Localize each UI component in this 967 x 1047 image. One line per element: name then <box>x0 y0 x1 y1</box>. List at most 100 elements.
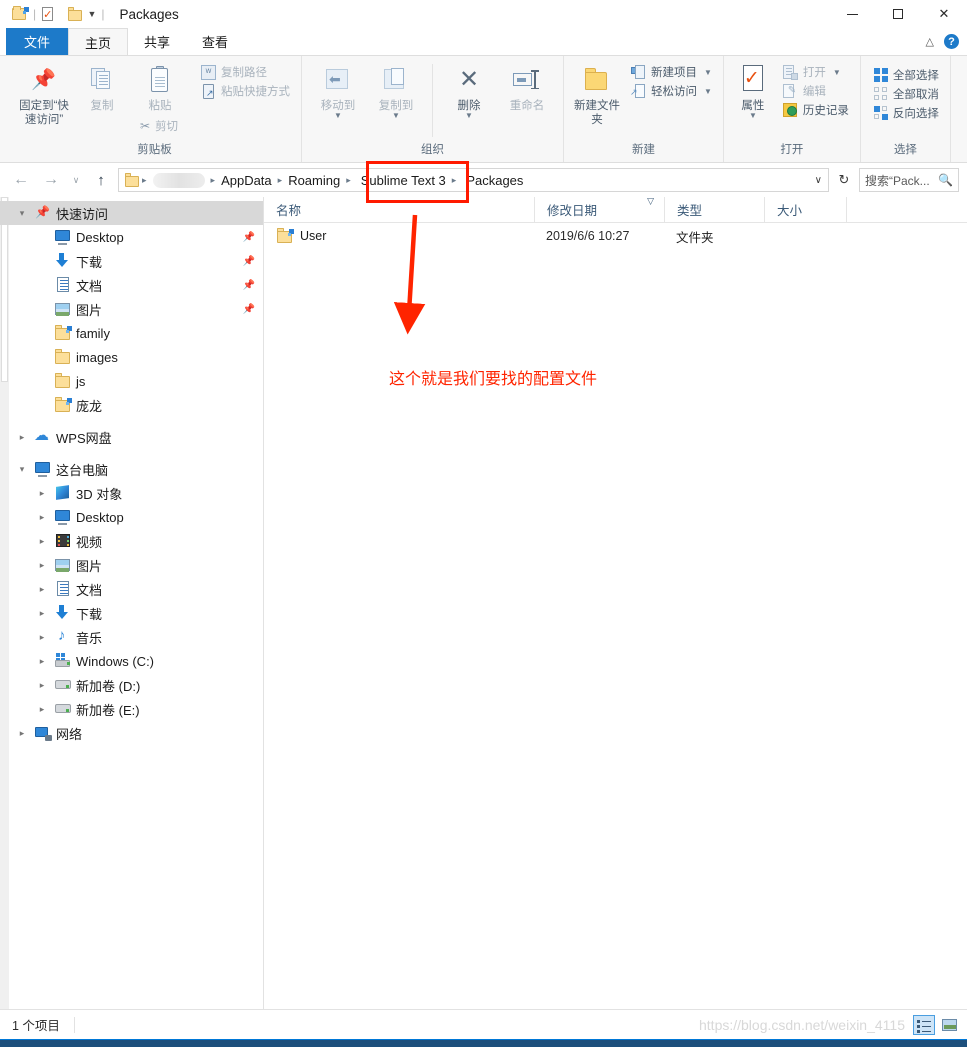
large-icons-view-button[interactable] <box>939 1015 961 1035</box>
expander-closed-icon[interactable]: ▸ <box>34 680 50 691</box>
invert-selection-button[interactable]: 反向选择 <box>871 104 942 122</box>
delete-caret-icon[interactable]: ▼ <box>465 112 473 120</box>
breadcrumb-separator[interactable]: ▸ <box>344 175 353 186</box>
breadcrumb-separator[interactable]: ▸ <box>209 175 218 186</box>
new-folder-button[interactable]: 新建文件夹 <box>572 60 622 127</box>
up-button[interactable]: ↑ <box>88 167 114 193</box>
breadcrumb-dropdown-icon[interactable]: ∨ <box>815 175 822 186</box>
sidebar-item-13[interactable]: ▸ 视频 <box>0 529 263 553</box>
sidebar-item-9[interactable]: ▸ WPS网盘 <box>0 425 263 449</box>
chevron-down-icon[interactable]: ▼ <box>87 9 96 19</box>
column-size[interactable]: 大小 <box>764 197 846 223</box>
forward-button[interactable]: → <box>38 167 64 193</box>
breadcrumb[interactable]: ▸ ▸ AppData ▸ Roaming ▸ Sublime Text 3 ▸… <box>118 168 829 192</box>
sidebar-item-2[interactable]: 下载 📌 <box>0 249 263 273</box>
move-to-caret-icon[interactable]: ▼ <box>334 112 342 120</box>
expander-closed-icon[interactable]: ▸ <box>34 656 50 667</box>
pin-icon[interactable]: 📌 <box>243 280 255 291</box>
breadcrumb-appdata[interactable]: AppData <box>217 173 276 188</box>
select-all-button[interactable]: 全部选择 <box>871 66 942 84</box>
tab-file[interactable]: 文件 <box>6 28 69 55</box>
column-date-modified[interactable]: 修改日期 ▽ <box>534 197 664 223</box>
file-name-cell[interactable]: User <box>264 228 534 244</box>
help-icon[interactable]: ? <box>944 34 959 49</box>
recent-locations-button[interactable]: ∨ <box>68 167 84 193</box>
sidebar-item-10[interactable]: ▾ 这台电脑 <box>0 457 263 481</box>
search-icon[interactable]: 🔍 <box>938 173 953 187</box>
copy-to-caret-icon[interactable]: ▼ <box>392 112 400 120</box>
sidebar-item-20[interactable]: ▸ 新加卷 (E:) <box>0 697 263 721</box>
expander-closed-icon[interactable]: ▸ <box>34 704 50 715</box>
breadcrumb-separator[interactable]: ▸ <box>276 175 285 186</box>
new-item-caret-icon[interactable]: ▼ <box>704 68 712 77</box>
edit-button[interactable]: ✎ 编辑 <box>780 82 852 100</box>
sidebar-item-21[interactable]: ▸ 网络 <box>0 721 263 745</box>
sidebar-item-16[interactable]: ▸ 下载 <box>0 601 263 625</box>
copy-to-button[interactable]: 复制到 ▼ <box>368 60 424 120</box>
sidebar-item-1[interactable]: Desktop 📌 <box>0 225 263 249</box>
breadcrumb-user-blurred[interactable] <box>152 172 205 188</box>
expander-closed-icon[interactable]: ▸ <box>34 560 50 571</box>
sidebar-item-3[interactable]: 文档 📌 <box>0 273 263 297</box>
collapse-ribbon-icon[interactable]: △ <box>926 35 934 48</box>
refresh-button[interactable]: ↻ <box>833 168 855 192</box>
select-none-button[interactable]: 全部取消 <box>871 85 942 103</box>
back-button[interactable]: ← <box>8 167 34 193</box>
maximize-button[interactable] <box>875 0 921 28</box>
column-type[interactable]: 类型 <box>664 197 764 223</box>
properties-caret-icon[interactable]: ▼ <box>749 112 757 120</box>
sidebar-item-7[interactable]: js <box>0 369 263 393</box>
sidebar-item-8[interactable]: 庞龙 <box>0 393 263 417</box>
expander-closed-icon[interactable]: ▸ <box>34 584 50 595</box>
rename-button[interactable]: 重命名 <box>499 60 555 113</box>
tab-home[interactable]: 主页 <box>68 28 129 55</box>
breadcrumb-separator[interactable]: ▸ <box>140 175 149 186</box>
breadcrumb-roaming[interactable]: Roaming <box>284 173 344 188</box>
tab-view[interactable]: 查看 <box>186 28 244 55</box>
pin-icon[interactable]: 📌 <box>243 256 255 267</box>
sidebar-item-12[interactable]: ▸ Desktop <box>0 505 263 529</box>
folder-icon[interactable] <box>68 6 83 21</box>
expander-closed-icon[interactable]: ▸ <box>34 608 50 619</box>
open-caret-icon[interactable]: ▼ <box>833 68 841 77</box>
move-to-button[interactable]: ⬅ 移动到 ▼ <box>310 60 366 120</box>
minimize-button[interactable] <box>829 0 875 28</box>
copy-path-button[interactable]: W 复制路径 <box>198 63 293 81</box>
details-view-button[interactable] <box>913 1014 935 1035</box>
history-button[interactable]: 历史记录 <box>780 101 852 119</box>
sidebar-item-18[interactable]: ▸ Windows (C:) <box>0 649 263 673</box>
open-button[interactable]: 打开 ▼ <box>780 63 852 81</box>
easy-access-button[interactable]: ↗ 轻松访问 ▼ <box>628 82 715 100</box>
pin-to-quick-access-button[interactable]: 固定到“快速访问” <box>16 60 72 127</box>
copy-button[interactable]: 复制 <box>74 60 130 113</box>
sidebar-item-15[interactable]: ▸ 文档 <box>0 577 263 601</box>
pin-icon[interactable]: 📌 <box>243 304 255 315</box>
cut-button[interactable]: ✂ 剪切 <box>132 117 188 135</box>
sidebar-item-5[interactable]: family <box>0 321 263 345</box>
expander-open-icon[interactable]: ▾ <box>14 464 30 475</box>
sidebar-item-11[interactable]: ▸ 3D 对象 <box>0 481 263 505</box>
properties-button[interactable]: ✓ 属性 ▼ <box>732 60 774 120</box>
search-input[interactable]: 搜索“Pack... 🔍 <box>859 168 959 192</box>
sidebar-item-17[interactable]: ▸ 音乐 <box>0 625 263 649</box>
folder-icon[interactable] <box>125 172 140 187</box>
expander-closed-icon[interactable]: ▸ <box>34 632 50 643</box>
easy-access-caret-icon[interactable]: ▼ <box>704 87 712 96</box>
sidebar-item-14[interactable]: ▸ 图片 <box>0 553 263 577</box>
sidebar-item-0[interactable]: ▾ 快速访问 <box>0 201 263 225</box>
pin-icon[interactable]: 📌 <box>243 232 255 243</box>
table-row[interactable]: User 2019/6/6 10:27 文件夹 <box>264 223 967 249</box>
expander-closed-icon[interactable]: ▸ <box>14 432 30 443</box>
expander-closed-icon[interactable]: ▸ <box>34 536 50 547</box>
expander-open-icon[interactable]: ▾ <box>14 208 30 219</box>
properties-icon[interactable]: ✓ <box>41 6 55 22</box>
new-folder-icon[interactable] <box>12 6 29 21</box>
sidebar-item-4[interactable]: 图片 📌 <box>0 297 263 321</box>
paste-button[interactable]: 粘贴 <box>132 60 188 113</box>
tab-share[interactable]: 共享 <box>128 28 186 55</box>
expander-closed-icon[interactable]: ▸ <box>34 488 50 499</box>
paste-shortcut-button[interactable]: ↗ 粘贴快捷方式 <box>198 82 293 100</box>
sidebar-item-6[interactable]: images <box>0 345 263 369</box>
expander-closed-icon[interactable]: ▸ <box>14 728 30 739</box>
sidebar-item-19[interactable]: ▸ 新加卷 (D:) <box>0 673 263 697</box>
